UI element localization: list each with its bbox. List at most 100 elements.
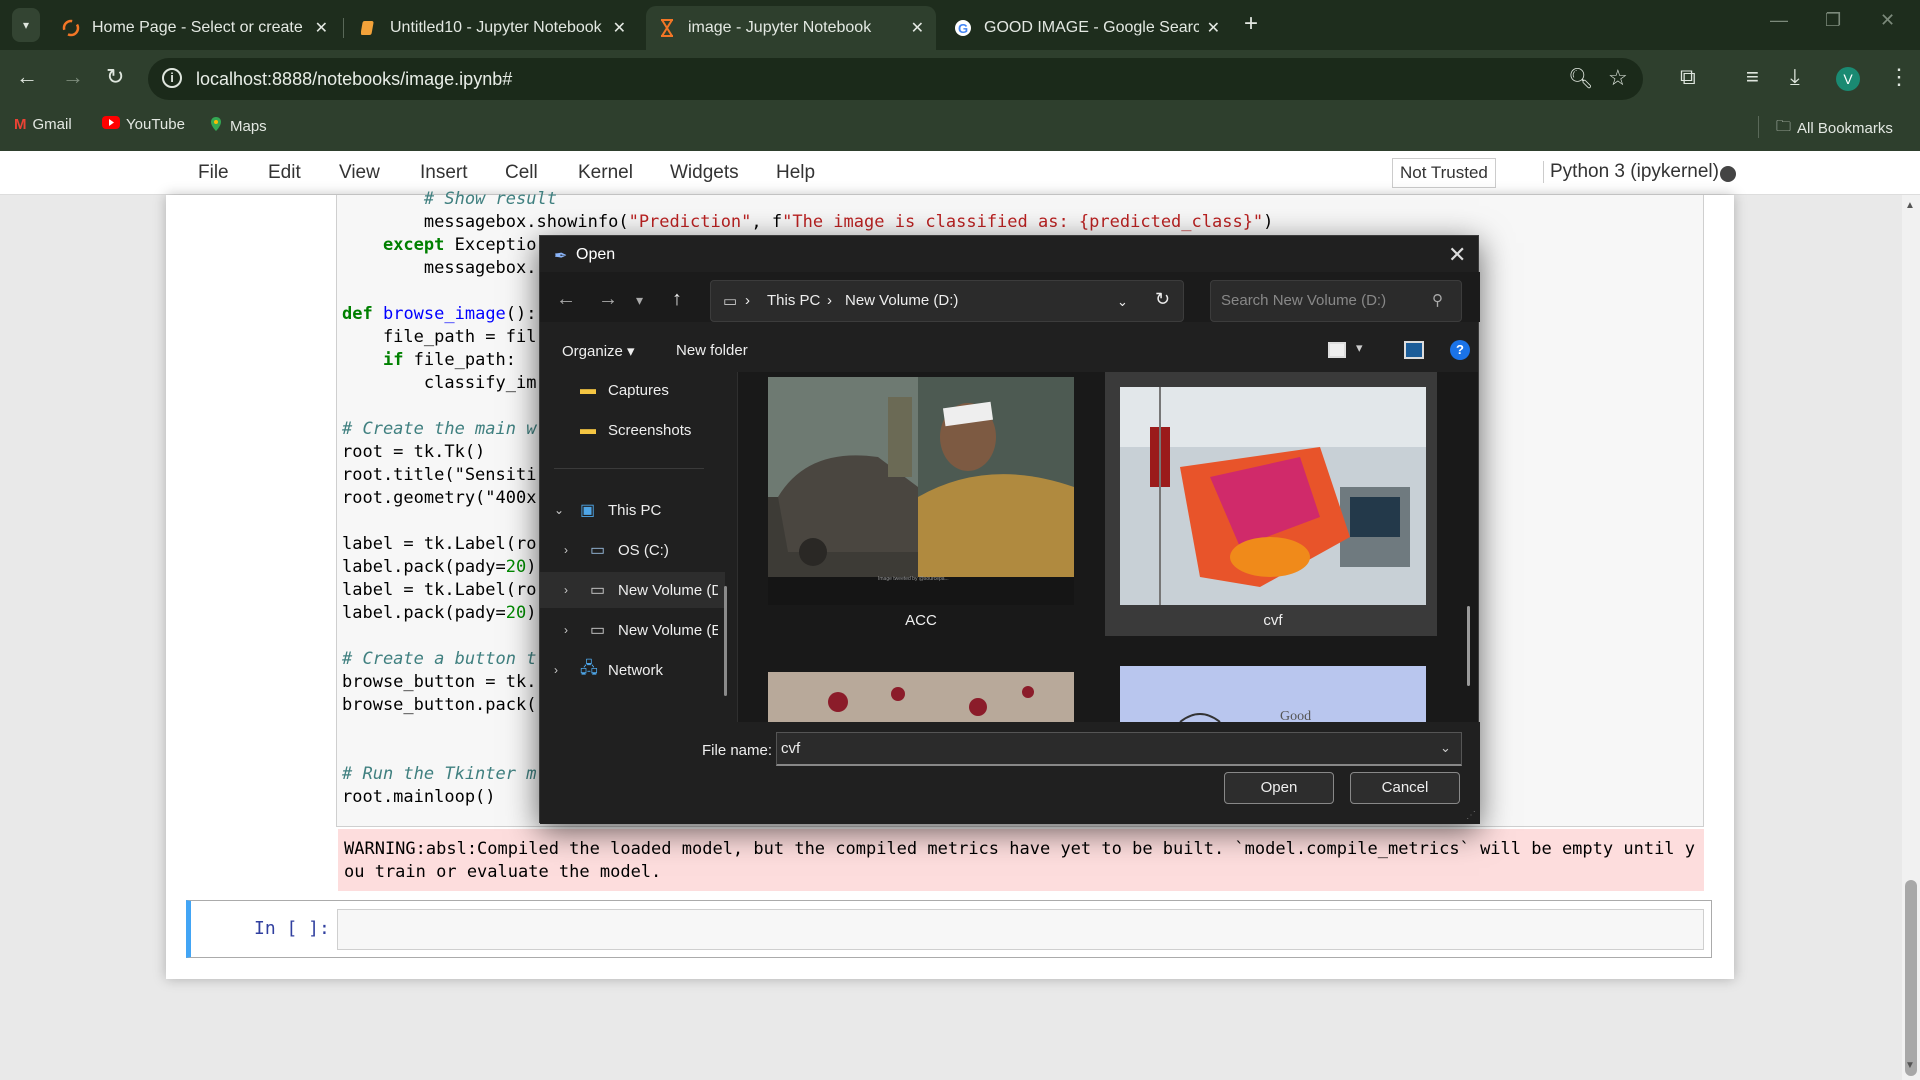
breadcrumb-new-volume[interactable]: New Volume (D:): [845, 292, 958, 309]
new-tab-button[interactable]: +: [1244, 10, 1258, 38]
code-line: def browse_image():: [342, 304, 537, 324]
avatar[interactable]: V: [1836, 67, 1860, 91]
search-input[interactable]: Search New Volume (D:): [1210, 280, 1462, 322]
thumbnail-acc: Image tweeted by @sourcepa...: [768, 377, 1074, 605]
new-folder-button[interactable]: New folder: [676, 342, 748, 359]
dialog-footer: File name: cvf ⌄ Open Cancel ⋰: [540, 722, 1480, 824]
chevron-right-icon[interactable]: ›: [564, 583, 568, 597]
extensions-icon[interactable]: ⧉: [1680, 64, 1696, 90]
svg-text:Good: Good: [1280, 709, 1311, 722]
nav-new-volume-d[interactable]: › ▭ New Volume (D:): [540, 572, 725, 608]
chevron-down-icon[interactable]: ▾: [1356, 340, 1363, 356]
forward-button[interactable]: →: [598, 288, 618, 311]
bookmark-youtube[interactable]: YouTube: [102, 116, 185, 133]
chevron-down-icon[interactable]: ⌄: [1440, 740, 1451, 756]
back-button[interactable]: ←: [16, 64, 38, 90]
drive-icon: ▭: [590, 622, 606, 639]
nav-screenshots[interactable]: ▬ Screenshots: [540, 412, 725, 448]
breadcrumb[interactable]: ▭ › This PC › New Volume (D:) ⌄ ↻: [710, 280, 1184, 322]
nav-scrollbar[interactable]: [724, 586, 727, 696]
window-close-button[interactable]: ✕: [1880, 10, 1895, 31]
info-icon[interactable]: i: [162, 68, 182, 88]
back-button[interactable]: ←: [556, 288, 576, 311]
menu-help[interactable]: Help: [776, 162, 815, 184]
cancel-button[interactable]: Cancel: [1350, 772, 1460, 804]
file-thumbnail[interactable]: [768, 672, 1074, 722]
file-acc[interactable]: Image tweeted by @sourcepa...: [768, 377, 1074, 605]
chevron-right-icon[interactable]: ›: [564, 543, 568, 557]
star-icon[interactable]: ☆: [1608, 65, 1628, 91]
forward-button[interactable]: →: [62, 64, 84, 90]
close-icon[interactable]: ✕: [1207, 18, 1220, 38]
minimize-button[interactable]: —: [1770, 10, 1788, 31]
menu-widgets[interactable]: Widgets: [670, 162, 739, 184]
arrow-right-icon: →: [62, 64, 84, 89]
close-icon[interactable]: ✕: [613, 18, 626, 38]
restore-button[interactable]: ❐: [1825, 10, 1841, 31]
refresh-icon[interactable]: ↻: [1155, 289, 1170, 310]
resize-grip-icon[interactable]: ⋰: [1466, 810, 1476, 821]
computer-icon: ▣: [580, 502, 596, 519]
address-bar[interactable]: i localhost:8888/notebooks/image.ipynb# …: [148, 58, 1643, 100]
scroll-down-icon[interactable]: ▼: [1905, 1060, 1915, 1071]
download-icon[interactable]: ⤓: [1790, 64, 1800, 90]
open-button[interactable]: Open: [1224, 772, 1334, 804]
menu-edit[interactable]: Edit: [268, 162, 301, 184]
bookmark-label: All Bookmarks: [1797, 120, 1893, 137]
zoom-icon[interactable]: 🔍︎: [1568, 66, 1593, 91]
file-thumbnail[interactable]: Good: [1120, 666, 1426, 722]
all-bookmarks[interactable]: 🗀 All Bookmarks: [1776, 116, 1893, 141]
preview-pane-icon[interactable]: [1404, 341, 1424, 359]
tab-home-page[interactable]: Home Page - Select or create a ✕: [50, 6, 340, 50]
tab-google-search[interactable]: G GOOD IMAGE - Google Search ✕: [942, 6, 1232, 50]
content-scrollbar[interactable]: [1467, 606, 1470, 686]
code-line: messagebox.showinfo("Prediction", f"The …: [342, 212, 1274, 232]
bookmark-gmail[interactable]: M Gmail: [14, 116, 72, 133]
close-icon[interactable]: ✕: [911, 18, 924, 38]
tab-title: Home Page - Select or create a: [92, 19, 307, 36]
breadcrumb-this-pc[interactable]: This PC: [767, 292, 820, 309]
nav-captures[interactable]: ▬ Captures: [540, 372, 725, 408]
minimize-icon: —: [1770, 10, 1788, 30]
bookmark-maps[interactable]: Maps: [208, 116, 267, 136]
media-controls-icon[interactable]: ≡: [1746, 64, 1759, 90]
chevron-right-icon[interactable]: ›: [564, 623, 568, 637]
more-menu-icon[interactable]: ⋮: [1888, 64, 1910, 90]
reload-button[interactable]: ↻: [106, 64, 124, 90]
nav-os-c[interactable]: › ▭ OS (C:): [540, 532, 725, 568]
scrollbar-thumb[interactable]: [1905, 880, 1917, 1076]
menu-view[interactable]: View: [339, 162, 380, 184]
tab-title: image - Jupyter Notebook: [688, 19, 872, 36]
chevron-down-icon[interactable]: ⌄: [554, 503, 564, 517]
maps-icon: [208, 116, 224, 136]
tab-image-notebook[interactable]: image - Jupyter Notebook ✕: [646, 6, 936, 50]
chevron-down-icon[interactable]: ⌄: [1117, 294, 1128, 310]
code-line: browse_button.pack(: [342, 695, 537, 715]
menu-insert[interactable]: Insert: [420, 162, 468, 184]
view-icon[interactable]: [1328, 342, 1346, 358]
menu-kernel[interactable]: Kernel: [578, 162, 633, 184]
nav-this-pc[interactable]: ⌄ ▣ This PC: [540, 492, 725, 528]
close-icon[interactable]: ✕: [315, 18, 328, 38]
up-button[interactable]: ↑: [672, 288, 682, 311]
scroll-up-icon[interactable]: ▲: [1905, 200, 1915, 211]
menu-cell[interactable]: Cell: [505, 162, 538, 184]
cell-input[interactable]: [337, 909, 1704, 950]
code-line: except Exceptio: [382, 235, 537, 255]
chevron-right-icon[interactable]: ›: [554, 663, 558, 677]
file-grid: Image tweeted by @sourcepa... ACC cvf Go…: [738, 372, 1478, 722]
file-name-input[interactable]: cvf: [776, 732, 1462, 766]
trusted-badge[interactable]: Not Trusted: [1392, 158, 1496, 188]
nav-network[interactable]: › 🖧 Network: [540, 652, 725, 688]
tab-search-button[interactable]: ▾: [12, 8, 40, 42]
recent-locations-button[interactable]: ▾: [636, 292, 643, 309]
tab-untitled10[interactable]: Untitled10 - Jupyter Notebook ✕: [348, 6, 638, 50]
code-line: label = tk.Label(ro: [342, 534, 537, 554]
help-icon[interactable]: ?: [1450, 340, 1470, 360]
file-cvf[interactable]: [1120, 387, 1426, 605]
nav-new-volume-e[interactable]: › ▭ New Volume (E:): [540, 612, 725, 648]
menu-file[interactable]: File: [198, 162, 229, 184]
drive-icon: ▭: [723, 293, 738, 310]
organize-button[interactable]: Organize ▾: [562, 342, 635, 360]
close-icon[interactable]: ✕: [1448, 242, 1466, 268]
